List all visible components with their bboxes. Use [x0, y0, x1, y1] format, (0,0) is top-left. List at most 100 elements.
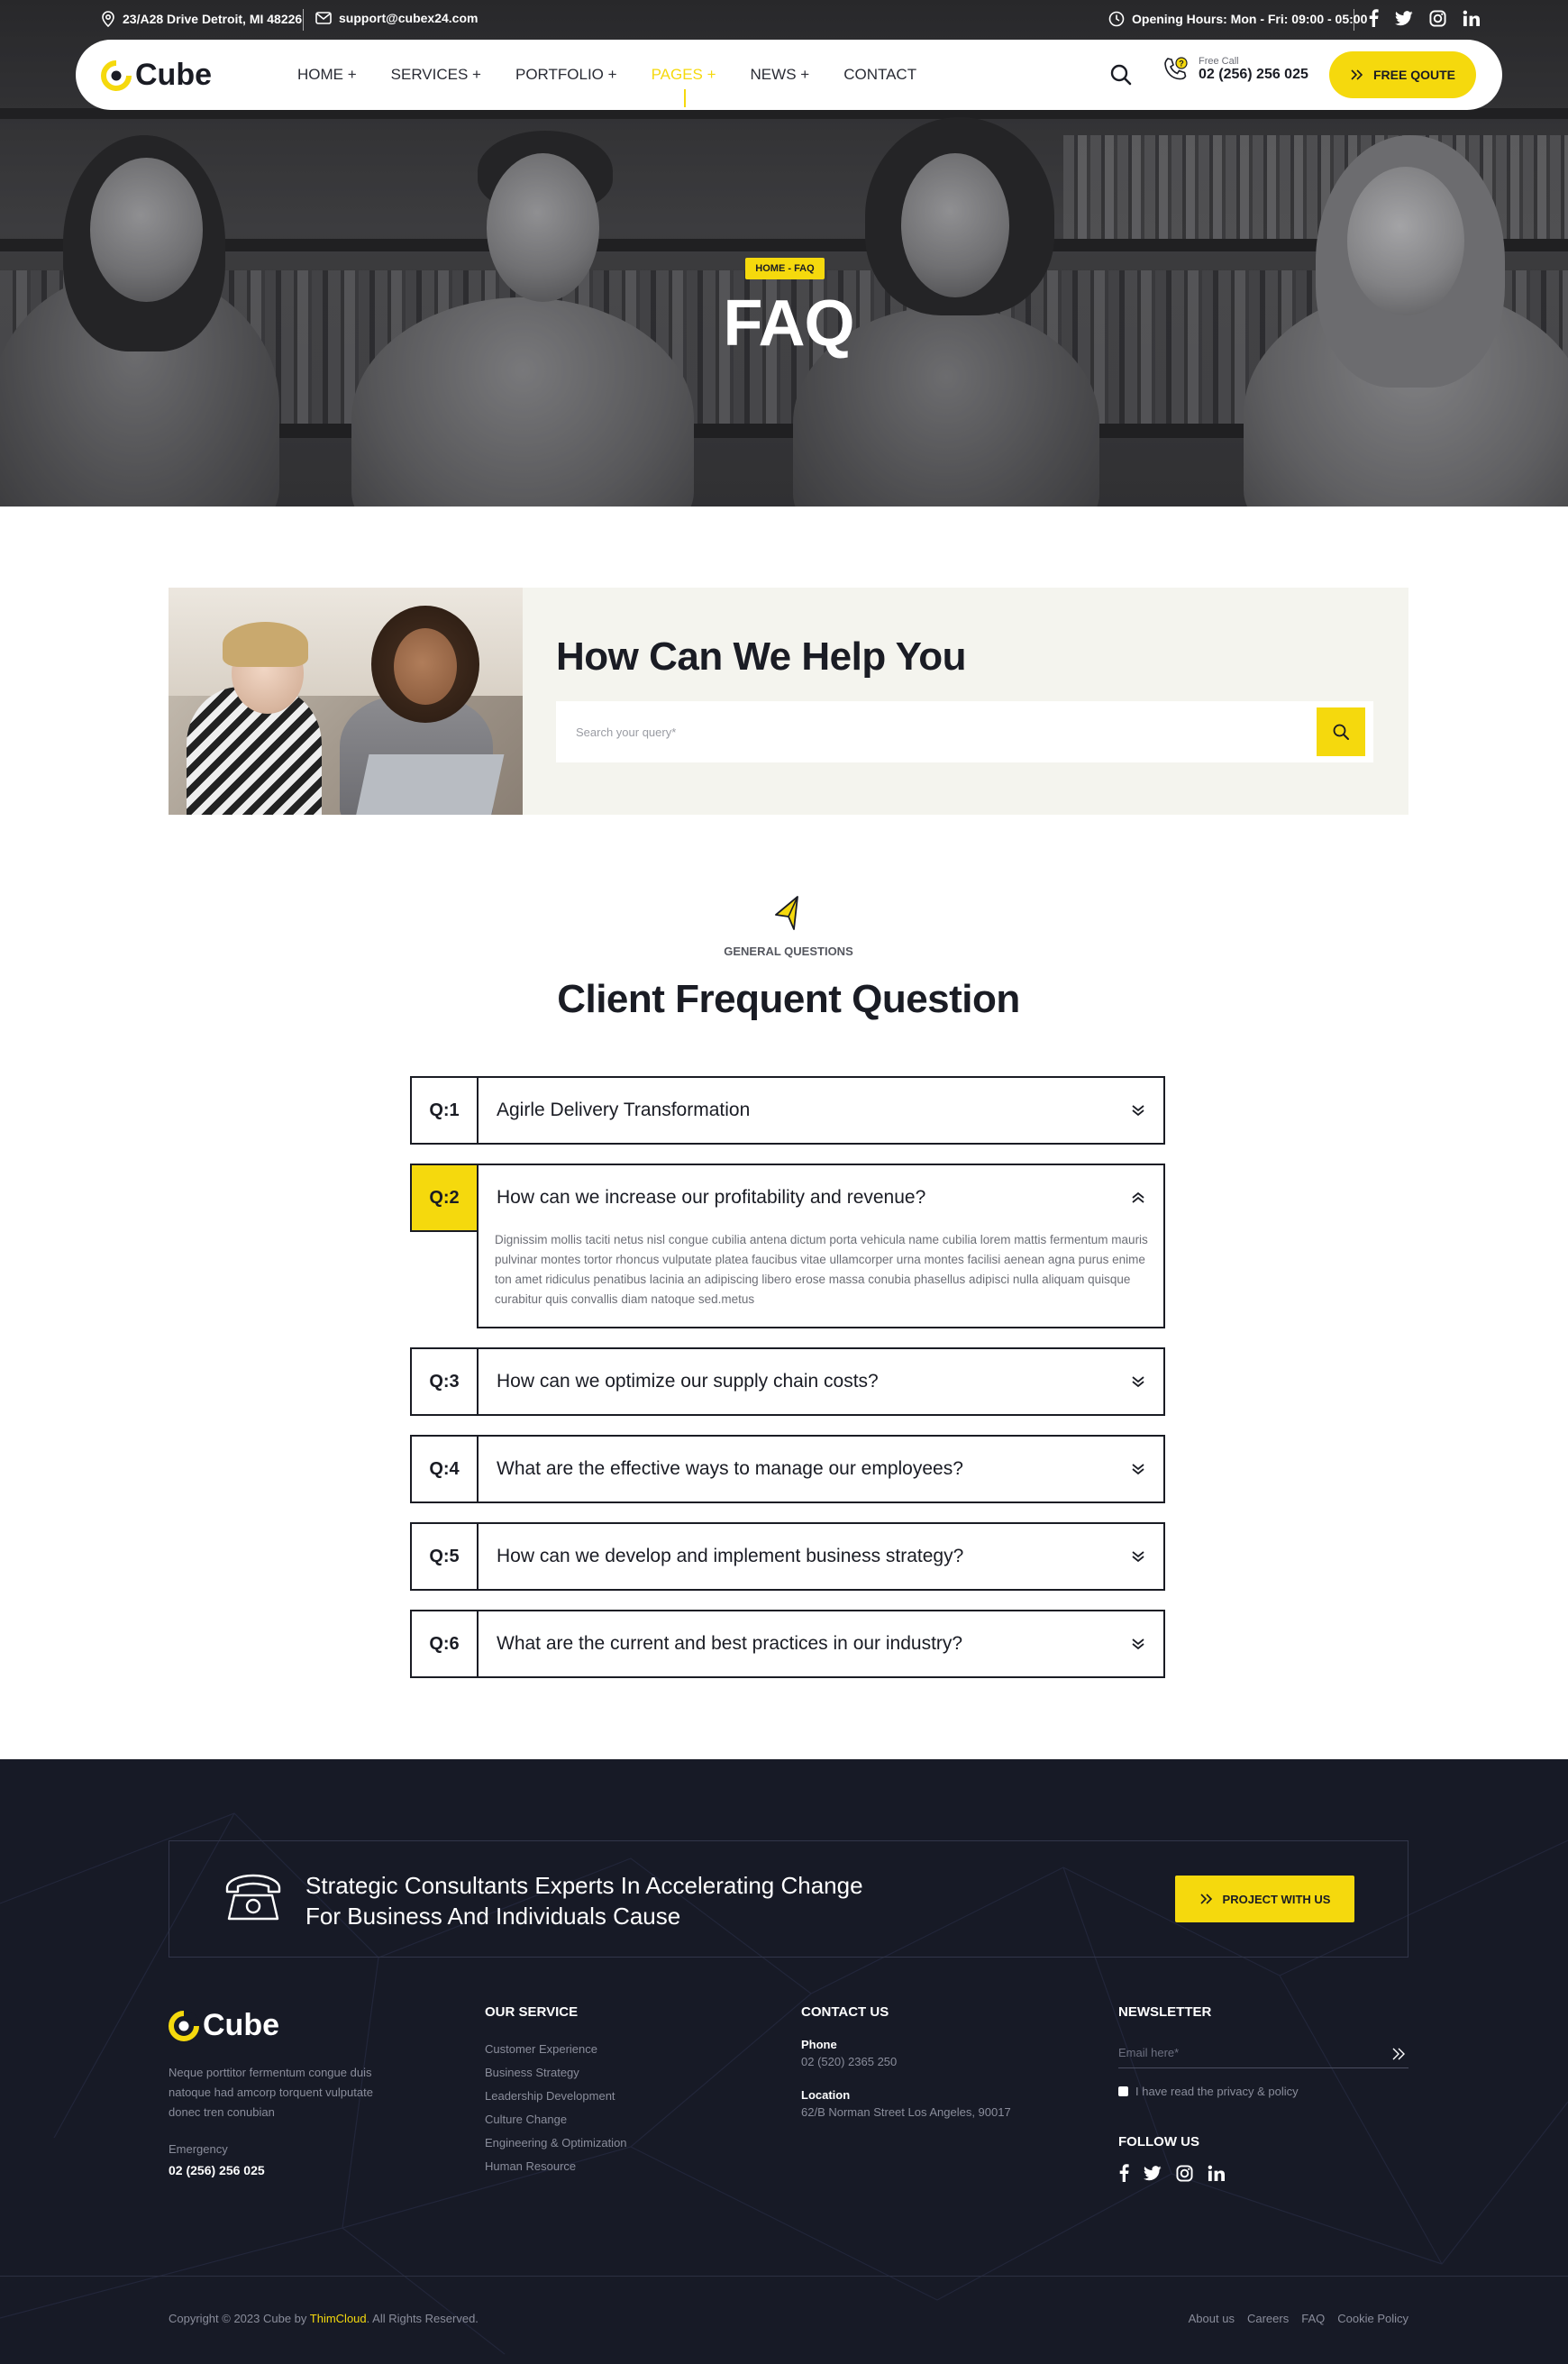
- free-call[interactable]: ? Free Call 02 (256) 256 025: [1162, 56, 1308, 83]
- nav-item-home[interactable]: HOME +: [297, 66, 357, 84]
- help-search-button[interactable]: [1317, 707, 1365, 756]
- chevron-up-icon[interactable]: [1129, 1189, 1147, 1207]
- call-number[interactable]: 02 (256) 256 025: [1199, 67, 1308, 83]
- linkedin-icon[interactable]: [1463, 10, 1480, 27]
- facebook-icon[interactable]: [1368, 9, 1379, 27]
- location-label: Location: [801, 2088, 851, 2102]
- call-label: Free Call: [1199, 56, 1239, 67]
- email-text[interactable]: support@cubex24.com: [339, 11, 478, 25]
- faq-question[interactable]: What are the effective ways to manage ou…: [497, 1437, 963, 1501]
- faq-heading: Client Frequent Question: [557, 977, 1020, 1021]
- nav-item-portfolio[interactable]: PORTFOLIO +: [515, 66, 617, 84]
- linkedin-icon[interactable]: [1208, 2165, 1225, 2182]
- page-title: FAQ: [723, 288, 854, 360]
- faq-question[interactable]: What are the current and best practices …: [497, 1611, 962, 1676]
- footer-service-link[interactable]: Culture Change: [485, 2108, 627, 2131]
- email-item[interactable]: support@cubex24.com: [315, 11, 478, 25]
- copyright-prefix: Copyright © 2023 Cube by: [169, 2312, 310, 2325]
- nav-item-contact[interactable]: CONTACT: [843, 66, 916, 84]
- footer-contact: CONTACT US Phone 02 (520) 2365 250 Locat…: [801, 2004, 1011, 2139]
- hours-text: Opening Hours: Mon - Fri: 09:00 - 05:00: [1132, 12, 1368, 26]
- footer-link-about[interactable]: About us: [1189, 2312, 1235, 2325]
- footer-logo[interactable]: Cube: [169, 2008, 376, 2043]
- faq-eyebrow: GENERAL QUESTIONS: [724, 945, 853, 958]
- phone-value[interactable]: 02 (520) 2365 250: [801, 2055, 1011, 2068]
- call-info: Free Call 02 (256) 256 025: [1199, 56, 1308, 83]
- top-info-bar: 23/A28 Drive Detroit, MI 48226 support@c…: [0, 0, 1568, 40]
- breadcrumb[interactable]: HOME - FAQ: [745, 258, 825, 279]
- chevron-down-icon[interactable]: [1129, 1101, 1147, 1119]
- main-navbar: Cube HOME + SERVICES + PORTFOLIO + PAGES…: [76, 40, 1502, 110]
- divider: [303, 9, 304, 31]
- free-quote-label: FREE QOUTE: [1372, 68, 1455, 82]
- copyright-brand-link[interactable]: ThimCloud: [310, 2312, 367, 2325]
- cta-text: Strategic Consultants Experts In Acceler…: [305, 1870, 863, 1931]
- logo[interactable]: Cube: [101, 58, 212, 93]
- faq-item[interactable]: Q:3 How can we optimize our supply chain…: [410, 1347, 1165, 1416]
- faq-question[interactable]: Agirle Delivery Transformation: [497, 1078, 750, 1143]
- faq-item[interactable]: Q:4 What are the effective ways to manag…: [410, 1435, 1165, 1503]
- chevron-down-icon[interactable]: [1129, 1635, 1147, 1653]
- logo-text: Cube: [135, 58, 212, 92]
- nav-item-pages[interactable]: PAGES +: [652, 66, 716, 107]
- phone-label: Phone: [801, 2038, 837, 2051]
- footer-link-careers[interactable]: Careers: [1247, 2312, 1289, 2325]
- faq-item-open: Q:2 How can we increase our profitabilit…: [410, 1164, 1165, 1328]
- free-quote-button[interactable]: FREE QOUTE: [1329, 51, 1476, 98]
- send-arrow-icon[interactable]: [1390, 2045, 1408, 2063]
- faq-item[interactable]: Q:6 What are the current and best practi…: [410, 1610, 1165, 1678]
- faq-answer-panel: How can we increase our profitability an…: [477, 1164, 1165, 1328]
- phone-call-icon: ?: [1164, 57, 1188, 80]
- footer-logo-text: Cube: [203, 2008, 279, 2042]
- help-search-box: [556, 701, 1373, 762]
- facebook-icon[interactable]: [1118, 2164, 1129, 2182]
- help-search-input[interactable]: [556, 701, 1313, 762]
- footer-contact-title: CONTACT US: [801, 2004, 889, 2020]
- footer-service-link[interactable]: Engineering & Optimization: [485, 2131, 627, 2155]
- faq-number: Q:4: [412, 1437, 479, 1501]
- faq-question[interactable]: How can we develop and implement busines…: [497, 1524, 963, 1589]
- privacy-label: I have read the privacy & policy: [1135, 2085, 1299, 2098]
- footer-newsletter: NEWSLETTER I have read the privacy & pol…: [1118, 2004, 1408, 2182]
- footer-service-link[interactable]: Business Strategy: [485, 2061, 627, 2085]
- twitter-icon[interactable]: [1395, 10, 1413, 26]
- search-icon[interactable]: [1108, 62, 1134, 87]
- footer-service-link[interactable]: Customer Experience: [485, 2038, 627, 2061]
- clock-icon: [1108, 11, 1125, 27]
- chevron-down-icon[interactable]: [1129, 1373, 1147, 1391]
- project-with-us-button[interactable]: PROJECT WITH US: [1175, 1876, 1354, 1922]
- chevron-down-icon[interactable]: [1129, 1460, 1147, 1478]
- instagram-icon[interactable]: [1429, 9, 1446, 27]
- nav-item-news[interactable]: NEWS +: [751, 66, 810, 84]
- faq-answer: Dignissim mollis taciti netus nisl congu…: [495, 1233, 1148, 1306]
- faq-item[interactable]: Q:5 How can we develop and implement bus…: [410, 1522, 1165, 1591]
- footer-about: Cube Neque porttitor fermentum congue du…: [169, 2008, 376, 2177]
- twitter-icon[interactable]: [1144, 2165, 1162, 2181]
- faq-question[interactable]: How can we optimize our supply chain cos…: [497, 1349, 879, 1414]
- footer-link-faq[interactable]: FAQ: [1301, 2312, 1325, 2325]
- cta-line-1: Strategic Consultants Experts In Acceler…: [305, 1872, 863, 1899]
- footer: Strategic Consultants Experts In Acceler…: [0, 1759, 1568, 2364]
- address-item: 23/A28 Drive Detroit, MI 48226: [101, 11, 302, 27]
- faq-item[interactable]: Q:1 Agirle Delivery Transformation: [410, 1076, 1165, 1145]
- instagram-icon[interactable]: [1176, 2164, 1193, 2182]
- faq-question[interactable]: How can we increase our profitability an…: [497, 1165, 925, 1230]
- address-text: 23/A28 Drive Detroit, MI 48226: [123, 12, 303, 26]
- logo-mark-icon: [101, 59, 132, 91]
- footer-service-link[interactable]: Leadership Development: [485, 2085, 627, 2108]
- faq-number: Q:5: [412, 1524, 479, 1589]
- footer-social: [1118, 2164, 1408, 2182]
- cta-banner: Strategic Consultants Experts In Acceler…: [169, 1840, 1408, 1958]
- footer-link-cookie[interactable]: Cookie Policy: [1337, 2312, 1408, 2325]
- footer-services-title: OUR SERVICE: [485, 2004, 579, 2020]
- newsletter-email-input[interactable]: [1118, 2038, 1380, 2067]
- privacy-checkbox[interactable]: I have read the privacy & policy: [1118, 2085, 1408, 2098]
- faq-number: Q:3: [412, 1349, 479, 1414]
- nav-item-services[interactable]: SERVICES +: [391, 66, 481, 84]
- emergency-number[interactable]: 02 (256) 256 025: [169, 2163, 376, 2177]
- chevron-down-icon[interactable]: [1129, 1547, 1147, 1565]
- footer-service-link[interactable]: Human Resource: [485, 2155, 627, 2178]
- help-section: How Can We Help You: [169, 588, 1408, 815]
- newsletter-form: [1118, 2038, 1408, 2068]
- checkbox-box[interactable]: [1118, 2086, 1128, 2096]
